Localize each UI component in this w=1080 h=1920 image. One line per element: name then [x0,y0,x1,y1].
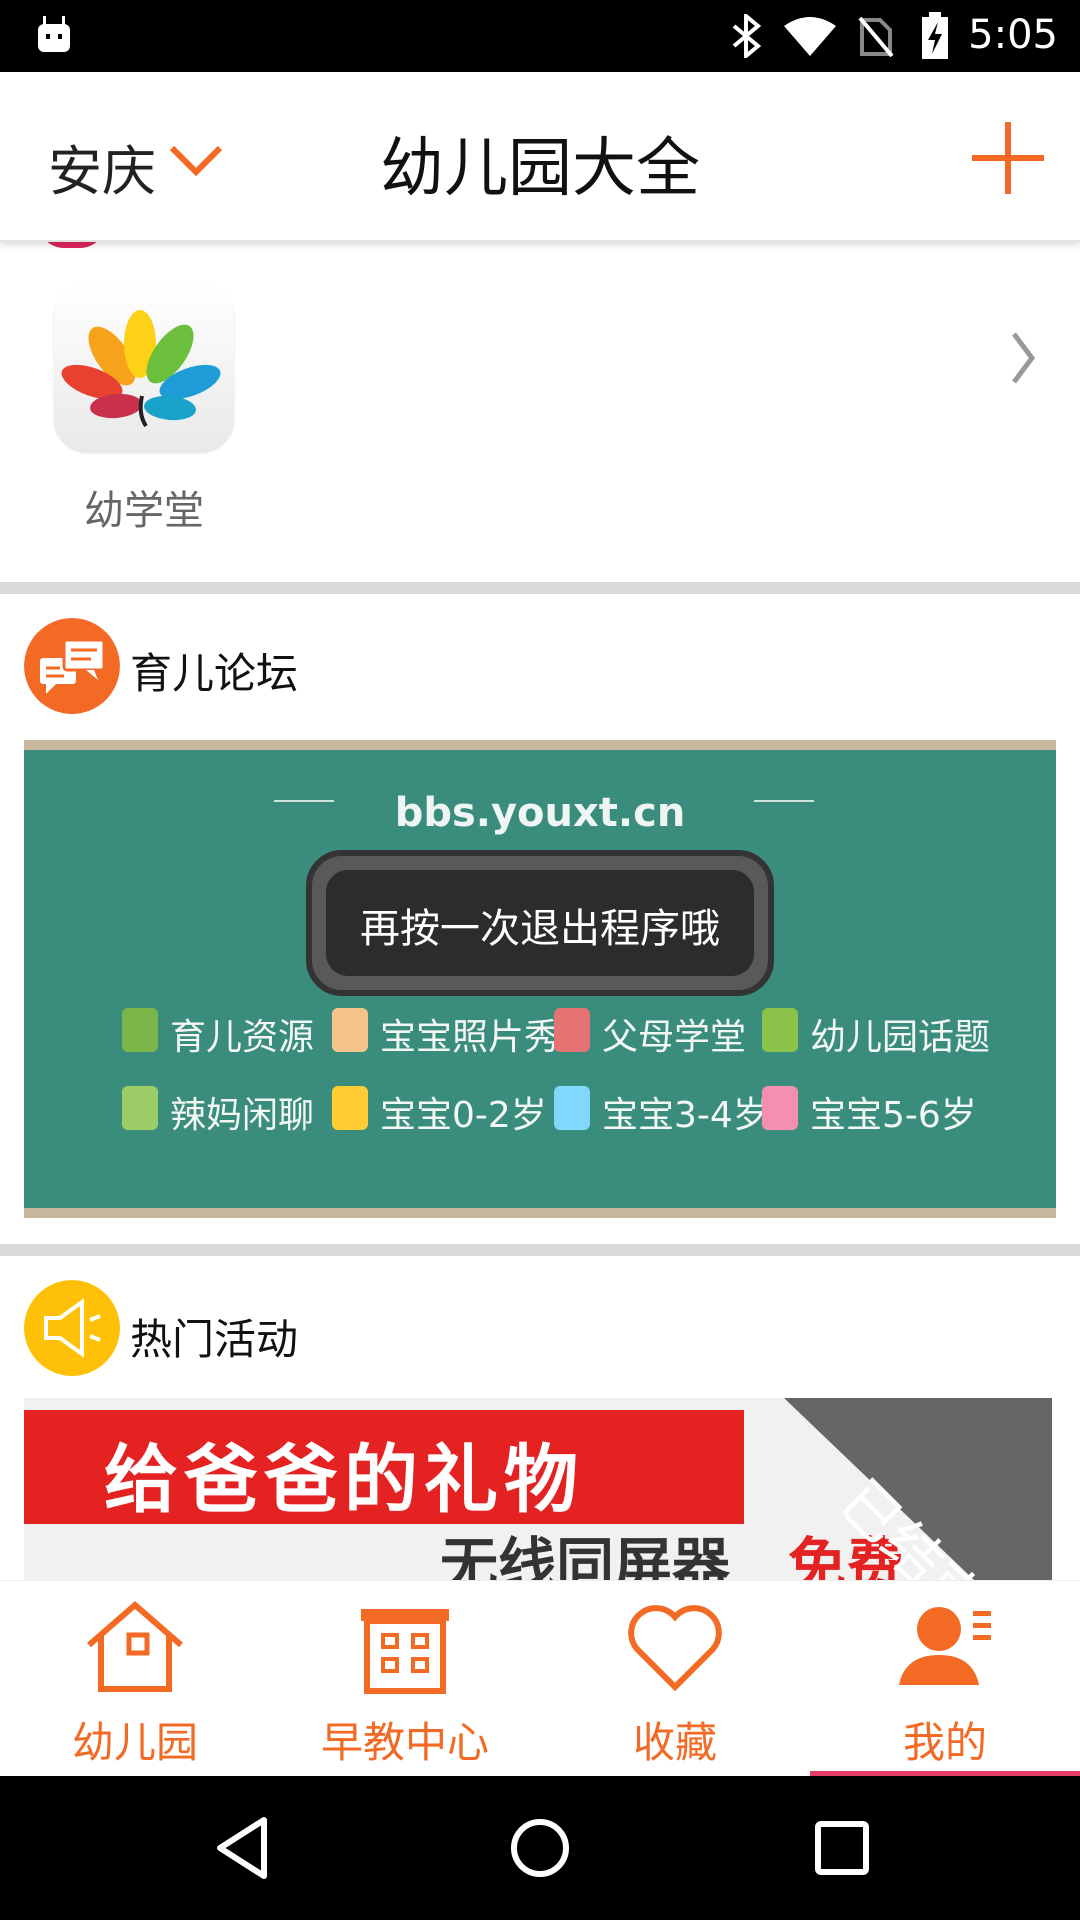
toast-body: 再按一次退出程序哦 [326,870,754,976]
tab-favorites[interactable]: 收藏 [540,1581,810,1777]
category-label: 育儿资源 [170,1017,315,1058]
baby-face-icon [762,1086,798,1130]
category-label: 宝宝3-4岁 [602,1095,769,1136]
exit-toast: 再按一次退出程序哦 [306,850,774,996]
building-icon [361,1609,449,1694]
category-label: 父母学堂 [602,1017,747,1058]
tab-early-education[interactable]: 早教中心 [270,1581,540,1777]
heart-icon [628,1605,722,1692]
tab-label: 幼儿园 [71,1718,198,1767]
category-label: 幼儿园话题 [810,1017,991,1058]
book-icon [122,1008,158,1052]
category-label: 辣妈闲聊 [170,1095,315,1136]
system-nav-bar [0,1776,1080,1920]
forum-section-title: 育儿论坛 [130,649,299,698]
house-icon [87,1601,183,1692]
status-bar: 5:05 [0,0,1080,72]
peacock-logo-icon[interactable] [54,284,234,452]
section-divider [0,1244,1080,1256]
kindergarten-icon [762,1008,798,1052]
category-label: 宝宝0-2岁 [380,1095,547,1136]
app-label[interactable]: 幼学堂 [54,478,234,536]
battery-charging-icon [922,12,948,59]
bluetooth-icon [732,14,762,58]
baby-face-icon [554,1086,590,1130]
section-divider [0,582,1080,594]
home-icon[interactable] [508,1816,572,1880]
tab-label: 我的 [902,1718,987,1767]
add-icon[interactable] [968,118,1048,198]
tab-label: 早教中心 [320,1718,489,1767]
activity-banner[interactable]: 给爸爸的礼物 无线同屏器 免费 已结束 [24,1398,1052,1580]
chat-bubbles-icon [24,618,120,714]
wifi-icon [784,17,836,56]
app-header: 安庆 幼儿园大全 [0,72,1080,242]
activity-section-title: 热门活动 [130,1315,299,1364]
baby-photo-icon [332,1008,368,1052]
category-label: 宝宝照片秀 [380,1017,561,1058]
chevron-right-icon[interactable] [1010,330,1036,386]
chalk-frame-lines [274,800,814,802]
baby-face-icon [332,1086,368,1130]
tab-mine[interactable]: 我的 [810,1581,1080,1777]
chat-icon [122,1086,158,1130]
parents-icon [554,1008,590,1052]
no-sim-icon [858,16,894,58]
tab-label: 收藏 [632,1718,717,1767]
category-label: 宝宝5-6岁 [810,1095,977,1136]
back-icon[interactable] [214,1816,270,1880]
bottom-tab-bar: 幼儿园 早教中心 收藏 我的 [0,1580,1080,1777]
page-title: 幼儿园大全 [380,132,700,206]
android-debug-icon [38,16,70,52]
recents-icon[interactable] [814,1818,870,1878]
activity-banner-subtitle: 无线同屏器 [440,1531,731,1580]
activity-banner-title: 给爸爸的礼物 [104,1437,584,1523]
status-time: 5:05 [968,12,1058,58]
toast-message: 再按一次退出程序哦 [360,906,720,952]
tab-kindergarten[interactable]: 幼儿园 [0,1581,270,1777]
user-icon [899,1607,991,1685]
megaphone-icon [24,1280,120,1376]
